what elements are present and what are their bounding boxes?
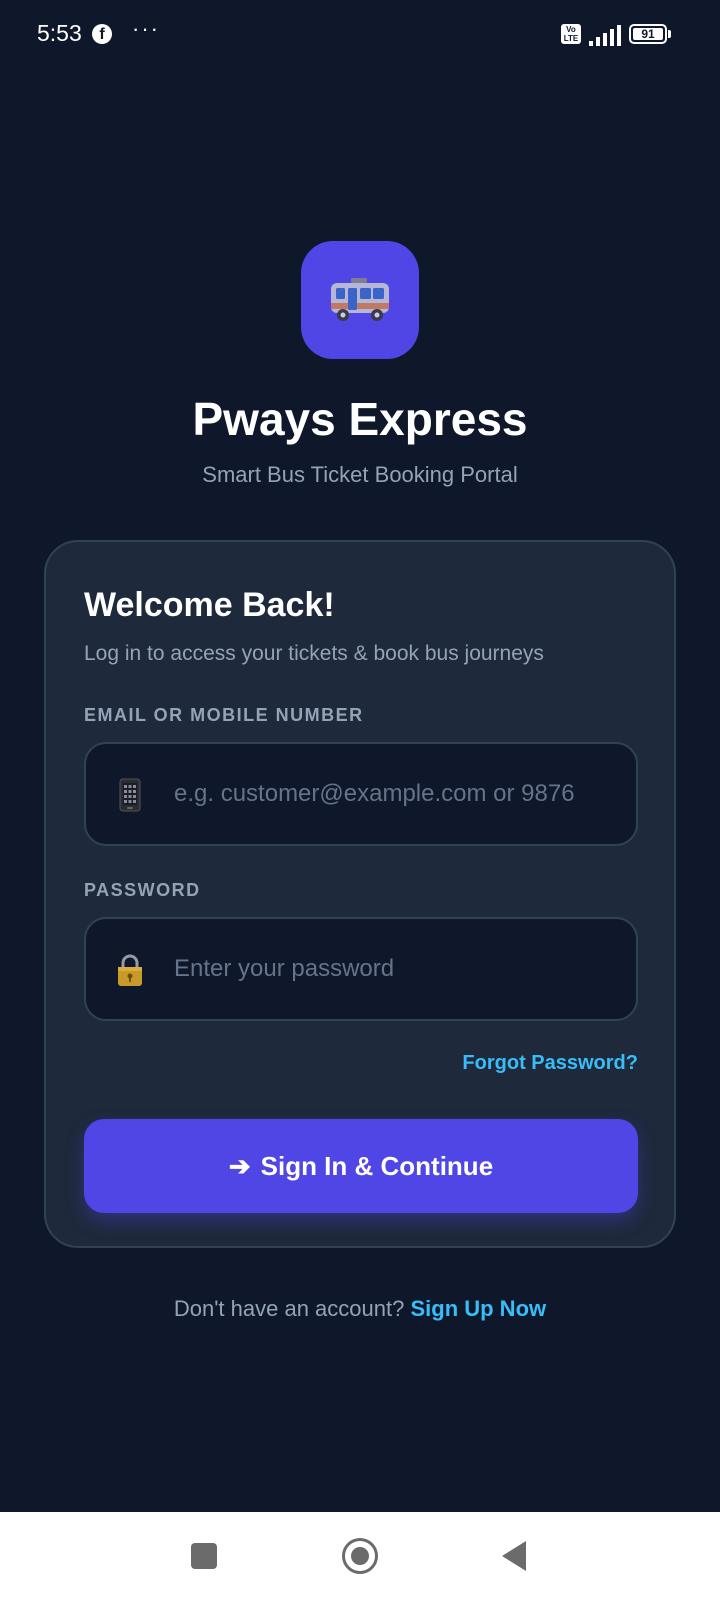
more-notifications-icon: ··· [132,16,160,41]
sign-in-label: Sign In & Continue [260,1150,494,1181]
sign-up-link[interactable]: Sign Up Now [410,1296,546,1321]
facebook-icon: f [92,24,112,44]
password-field[interactable] [174,919,600,1019]
system-nav-bar [0,1512,720,1600]
signup-row: Don't have an account? Sign Up Now [0,1296,720,1322]
signal-strength-icon [589,25,621,46]
status-time: 5:53 [37,20,82,46]
mobile-phone-icon [116,777,144,813]
forgot-password-link[interactable]: Forgot Password? [462,1052,638,1075]
recents-icon[interactable] [191,1543,217,1569]
welcome-heading: Welcome Back! [84,586,335,624]
battery-icon: 91 [629,24,671,44]
email-input-box[interactable] [84,742,638,846]
bus-icon [331,278,389,321]
sign-in-button[interactable]: ➔ Sign In & Continue [84,1119,638,1213]
app-title: Pways Express [192,393,528,445]
welcome-subheading: Log in to access your tickets & book bus… [84,642,544,665]
signup-prompt: Don't have an account? [173,1296,411,1321]
login-card: Welcome Back! Log in to access your tick… [44,540,676,1248]
lock-icon [116,952,144,988]
email-label: EMAIL OR MOBILE NUMBER [84,705,364,725]
home-icon-inner [351,1547,369,1565]
email-field[interactable] [174,744,600,844]
battery-tip [668,30,671,38]
app-logo [301,241,419,359]
battery-level: 91 [633,28,663,40]
home-icon[interactable] [342,1538,378,1574]
app-subtitle: Smart Bus Ticket Booking Portal [202,462,518,487]
battery-body: 91 [629,24,667,44]
login-screen: 5:53 f ··· Vo LTE 91 Pways Express Smart… [0,0,720,1600]
volte-icon: Vo LTE [561,24,581,44]
arrow-right-icon: ➔ [228,1150,251,1181]
back-icon[interactable] [502,1541,526,1571]
status-bar: 5:53 f ··· Vo LTE 91 [0,0,720,70]
password-input-box[interactable] [84,917,638,1021]
password-label: PASSWORD [84,880,201,900]
